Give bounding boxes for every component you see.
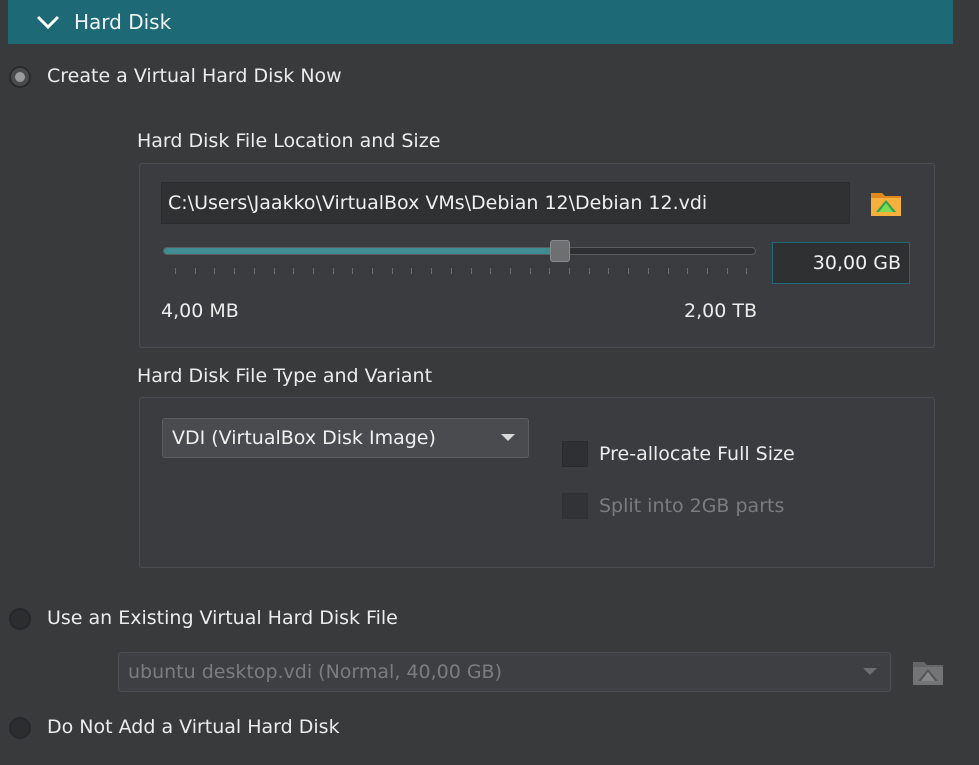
slider-tick: [470, 268, 472, 274]
dropdown-arrow-icon: [501, 434, 515, 441]
slider-tick: [549, 268, 551, 274]
size-max-label: 2,00 TB: [684, 300, 757, 322]
location-heading: Hard Disk File Location and Size: [137, 130, 441, 152]
slider-tick: [175, 268, 176, 274]
slider-tick: [411, 268, 413, 274]
radio-create-disk[interactable]: [9, 66, 31, 88]
slider-tick: [332, 268, 334, 274]
disk-path-input[interactable]: C:\Users\Jaakko\VirtualBox VMs\Debian 12…: [161, 182, 850, 224]
slider-tick: [667, 268, 669, 274]
section-title: Hard Disk: [74, 10, 172, 34]
slider-tick: [529, 268, 531, 274]
slider-tick: [431, 268, 433, 274]
slider-tick: [312, 268, 314, 274]
slider-tick: [490, 268, 492, 274]
radio-selected-dot: [15, 72, 25, 82]
slider-tick: [391, 268, 393, 274]
slider-tick: [746, 268, 748, 274]
radio-existing-disk[interactable]: [9, 608, 31, 630]
slider-tick: [450, 268, 452, 274]
slider-tick: [687, 268, 689, 274]
disk-format-value: VDI (VirtualBox Disk Image): [172, 427, 436, 449]
dropdown-arrow-icon: [863, 668, 877, 675]
slider-tick: [273, 268, 275, 274]
split-label[interactable]: Split into 2GB parts: [599, 495, 784, 517]
folder-browse-disabled-icon[interactable]: [911, 655, 945, 689]
size-slider-fill: [164, 248, 560, 254]
slider-tick: [509, 268, 511, 274]
folder-browse-icon[interactable]: [869, 186, 903, 220]
split-checkbox[interactable]: [562, 493, 588, 519]
disk-size-input[interactable]: 30,00 GB: [772, 242, 910, 284]
slider-tick: [234, 268, 236, 274]
slider-tick: [647, 268, 649, 274]
existing-disk-value: ubuntu desktop.vdi (Normal, 40,00 GB): [128, 661, 503, 683]
slider-tick: [372, 268, 373, 274]
label-no-disk[interactable]: Do Not Add a Virtual Hard Disk: [47, 716, 340, 738]
slider-tick: [569, 268, 570, 274]
slider-tick: [588, 268, 590, 274]
slider-tick: [352, 268, 354, 274]
slider-tick: [214, 268, 216, 274]
label-create-disk[interactable]: Create a Virtual Hard Disk Now: [47, 65, 342, 87]
slider-tick: [608, 268, 610, 274]
chevron-down-icon: [36, 15, 60, 30]
slider-tick: [194, 268, 196, 274]
disk-format-select[interactable]: VDI (VirtualBox Disk Image): [162, 418, 529, 458]
section-header-hard-disk[interactable]: Hard Disk: [8, 0, 953, 44]
disk-size-value: 30,00 GB: [812, 252, 901, 274]
preallocate-checkbox[interactable]: [562, 441, 588, 467]
slider-tick: [293, 268, 295, 274]
preallocate-label[interactable]: Pre-allocate Full Size: [599, 443, 795, 465]
disk-path-text: C:\Users\Jaakko\VirtualBox VMs\Debian 12…: [168, 192, 708, 214]
slider-tick: [726, 268, 728, 274]
label-existing-disk[interactable]: Use an Existing Virtual Hard Disk File: [47, 607, 398, 629]
radio-no-disk[interactable]: [9, 717, 31, 739]
existing-disk-select[interactable]: ubuntu desktop.vdi (Normal, 40,00 GB): [118, 652, 891, 692]
slider-tick: [253, 268, 255, 274]
slider-tick: [706, 268, 708, 274]
size-min-label: 4,00 MB: [161, 300, 239, 322]
size-slider-handle[interactable]: [549, 240, 570, 262]
slider-tick: [628, 268, 630, 274]
type-heading: Hard Disk File Type and Variant: [137, 365, 433, 387]
